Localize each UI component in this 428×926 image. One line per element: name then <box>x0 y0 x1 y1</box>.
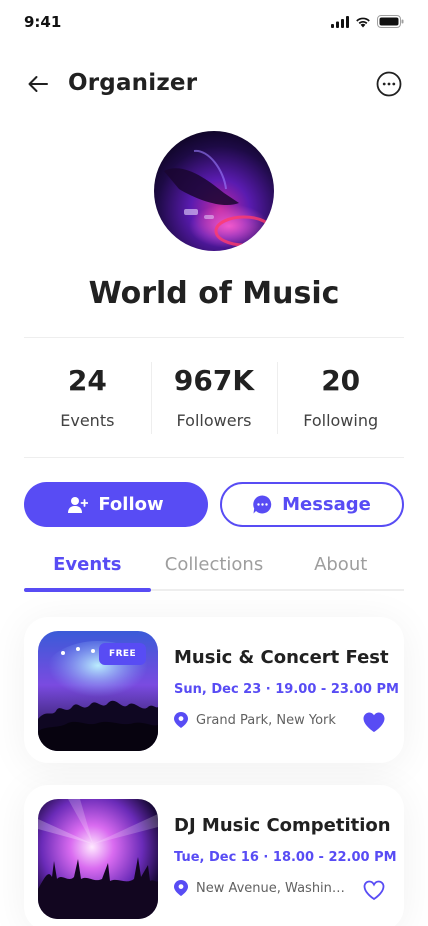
event-location-text: Grand Park, New York <box>196 712 336 728</box>
event-location-text: New Avenue, Washing... <box>196 880 346 896</box>
page-title: Organizer <box>68 70 198 96</box>
stats-row: 24 Events 967K Followers 20 Following <box>24 358 404 436</box>
event-card[interactable]: FREE Music & Concert Fest Sun, Dec 23 · … <box>24 617 404 763</box>
event-date: Sun, Dec 23 · 19.00 - 23.00 PM <box>174 682 399 697</box>
stat-value: 967K <box>173 364 255 397</box>
stat-label: Events <box>60 411 115 430</box>
divider <box>24 337 404 338</box>
event-card[interactable]: DJ Music Competition Tue, Dec 16 · 18.00… <box>24 785 404 926</box>
status-time: 9:41 <box>24 13 62 31</box>
event-location: Grand Park, New York <box>174 712 336 728</box>
add-user-icon <box>68 496 89 513</box>
battery-icon <box>377 15 404 28</box>
message-label: Message <box>282 494 371 515</box>
free-badge: FREE <box>99 643 146 665</box>
more-button[interactable] <box>376 71 402 97</box>
tab-events[interactable]: Events <box>24 548 151 592</box>
signal-icon <box>331 15 349 28</box>
stat-label: Followers <box>176 411 252 430</box>
divider <box>24 457 404 458</box>
heart-filled-icon[interactable] <box>362 711 386 733</box>
stat-label: Following <box>303 411 379 430</box>
organizer-avatar <box>154 131 274 251</box>
follow-label: Follow <box>98 494 164 515</box>
heart-outline-icon[interactable] <box>362 879 386 901</box>
wifi-icon <box>356 17 370 27</box>
event-title: Music & Concert Fest <box>174 647 389 668</box>
stat-followers[interactable]: 967K Followers <box>150 358 278 436</box>
arrow-left-icon <box>28 76 48 92</box>
event-image: FREE <box>38 631 158 751</box>
follow-button[interactable]: Follow <box>24 482 208 527</box>
event-image <box>38 799 158 919</box>
tab-active-indicator <box>24 588 151 592</box>
chat-icon <box>253 495 272 514</box>
app-bar: Organizer <box>0 62 428 106</box>
stat-value: 20 <box>321 364 361 397</box>
stat-value: 24 <box>67 364 107 397</box>
message-button[interactable]: Message <box>220 482 404 527</box>
more-circle-icon <box>376 71 402 97</box>
event-title: DJ Music Competition <box>174 815 391 836</box>
event-date: Tue, Dec 16 · 18.00 - 22.00 PM <box>174 850 397 865</box>
status-icons <box>331 15 404 28</box>
location-pin-icon <box>174 880 188 896</box>
location-pin-icon <box>174 712 188 728</box>
tab-collections[interactable]: Collections <box>151 548 278 592</box>
back-button[interactable] <box>24 70 52 98</box>
organizer-name: World of Music <box>88 276 340 311</box>
status-bar: 9:41 <box>0 0 428 44</box>
stat-events[interactable]: 24 Events <box>24 358 151 436</box>
event-location: New Avenue, Washing... <box>174 880 346 896</box>
tab-bar: Events Collections About <box>24 548 404 592</box>
stat-following[interactable]: 20 Following <box>277 358 404 436</box>
tab-about[interactable]: About <box>277 548 404 592</box>
